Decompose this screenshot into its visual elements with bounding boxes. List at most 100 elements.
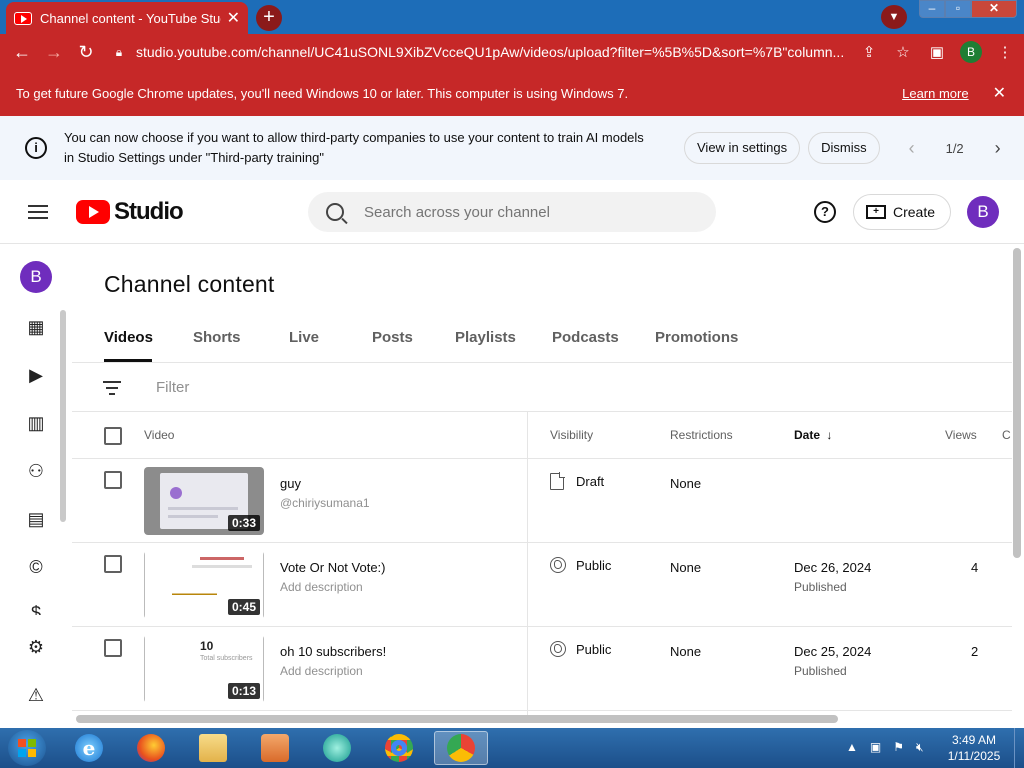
taskbar-clock[interactable]: 3:49 AM 1/11/2025 [944, 732, 1004, 764]
tab-posts[interactable]: Posts [372, 329, 413, 346]
menu-kebab-icon[interactable]: ⋮ [988, 43, 1022, 61]
chrome-icon[interactable] [372, 731, 426, 765]
show-desktop-button[interactable] [1014, 728, 1024, 768]
table-row[interactable]: 10 Total subscribers 0:13 oh 10 subscrib… [72, 627, 1012, 711]
content-icon[interactable]: ▶ [24, 363, 48, 387]
green-app-icon[interactable] [310, 731, 364, 765]
restrictions-cell: None [670, 560, 702, 575]
analytics-icon[interactable]: ▥ [24, 411, 48, 435]
reload-icon[interactable]: ↻ [70, 42, 102, 63]
close-icon[interactable]: ✕ [993, 83, 1006, 103]
row-checkbox[interactable] [104, 639, 122, 657]
column-restrictions[interactable]: Restrictions [670, 428, 733, 442]
filter-input[interactable]: Filter [156, 379, 189, 396]
search-input[interactable] [364, 203, 684, 221]
create-button[interactable]: + Create [853, 194, 951, 230]
network-icon[interactable]: ▣ [870, 740, 881, 755]
tab-promotions[interactable]: Promotions [655, 329, 738, 346]
action-center-flag-icon[interactable]: ⚑ [893, 740, 904, 755]
horizontal-scrollbar[interactable] [76, 715, 838, 723]
window-close-button[interactable]: ✕ [971, 0, 1017, 18]
video-title[interactable]: Vote Or Not Vote:) [280, 560, 386, 575]
video-thumbnail[interactable]: ▬▬▬▬▬▬▬▬▬ 0:45 [144, 551, 264, 619]
back-arrow-icon[interactable]: ← [6, 42, 38, 63]
firefox-icon[interactable] [124, 731, 178, 765]
video-description-link[interactable]: Add description [280, 664, 363, 678]
browser-tab[interactable]: Channel content - YouTube Studio ✕ [6, 2, 248, 34]
start-button[interactable] [8, 730, 46, 766]
row-checkbox[interactable] [104, 555, 122, 573]
chrome-profile-icon[interactable] [434, 731, 488, 765]
forward-arrow-icon[interactable]: → [38, 42, 70, 63]
column-visibility[interactable]: Visibility [550, 428, 593, 442]
visibility-cell[interactable]: Public [550, 557, 611, 573]
subtitles-icon[interactable]: ▤ [24, 507, 48, 531]
select-all-checkbox[interactable] [104, 427, 122, 445]
channel-avatar[interactable]: B [20, 261, 52, 293]
new-tab-button[interactable]: + [256, 5, 282, 31]
file-explorer-icon[interactable] [186, 731, 240, 765]
help-icon[interactable]: ? [814, 201, 836, 223]
video-title[interactable]: oh 10 subscribers! [280, 644, 386, 659]
content-tabs: Videos Shorts Live Posts Playlists Podca… [72, 315, 1012, 363]
bookmark-star-icon[interactable]: ☆ [886, 43, 920, 61]
view-in-settings-button[interactable]: View in settings [684, 132, 801, 164]
dashboard-icon[interactable]: ▦ [24, 315, 48, 339]
video-duration: 0:33 [227, 515, 260, 531]
lock-icon[interactable]: 🔒︎ [110, 45, 128, 60]
chevron-left-icon[interactable]: ‹ [902, 138, 922, 159]
tab-search-icon[interactable]: ▼ [881, 5, 907, 29]
share-icon[interactable]: ⇪ [852, 43, 886, 61]
account-avatar[interactable]: B [967, 196, 999, 228]
tab-podcasts[interactable]: Podcasts [552, 329, 619, 346]
youtube-studio-logo[interactable]: Studio [76, 198, 184, 226]
filter-icon[interactable] [103, 381, 121, 399]
show-hidden-icons[interactable]: ▲ [846, 740, 858, 755]
video-description-link[interactable]: Add description [280, 580, 363, 594]
chevron-right-icon[interactable]: › [988, 138, 1008, 159]
video-thumbnail[interactable]: 10 Total subscribers 0:13 [144, 635, 264, 703]
earn-icon[interactable]: $ [24, 601, 48, 615]
vertical-scrollbar[interactable] [1013, 248, 1021, 558]
tab-live[interactable]: Live [289, 329, 319, 346]
restrictions-cell: None [670, 644, 702, 659]
tab-videos[interactable]: Videos [104, 329, 153, 346]
window-minimize-button[interactable]: – [919, 0, 945, 18]
views-cell: 2 [971, 644, 979, 659]
rail-scrollbar[interactable] [60, 310, 66, 522]
volume-muted-icon[interactable]: 🔇︎ [916, 740, 924, 755]
column-comments[interactable]: C [1002, 428, 1011, 442]
tab-close-icon[interactable]: ✕ [227, 8, 240, 28]
video-title[interactable]: guy [280, 476, 301, 491]
column-date[interactable]: Date ↓ [794, 428, 832, 442]
sort-down-arrow-icon[interactable]: ↓ [826, 428, 832, 442]
internet-explorer-icon[interactable]: e [62, 731, 116, 765]
feedback-icon[interactable]: ⚠ [24, 683, 48, 707]
address-bar[interactable]: 🔒︎ studio.youtube.com/channel/UC41uSONL9… [110, 38, 852, 66]
tab-playlists[interactable]: Playlists [455, 329, 516, 346]
media-player-icon[interactable] [248, 731, 302, 765]
table-row[interactable]: ▬▬▬▬▬▬▬▬▬ 0:45 Vote Or Not Vote:) Add de… [72, 543, 1012, 627]
learn-more-link[interactable]: Learn more [902, 86, 968, 101]
column-views[interactable]: Views [945, 428, 977, 442]
tab-shorts[interactable]: Shorts [193, 329, 241, 346]
profile-avatar[interactable]: B [960, 41, 982, 63]
settings-icon[interactable]: ⚙ [24, 635, 48, 659]
channel-search[interactable] [308, 192, 716, 232]
visibility-cell[interactable]: Public [550, 641, 611, 657]
side-panel-icon[interactable]: ▣ [920, 43, 954, 61]
dismiss-button[interactable]: Dismiss [808, 132, 880, 164]
video-thumbnail[interactable]: 0:33 [144, 467, 264, 535]
window-maximize-button[interactable]: ▫ [945, 0, 971, 18]
visibility-cell[interactable]: Draft [550, 472, 604, 490]
globe-icon [550, 557, 566, 573]
hamburger-menu-icon[interactable] [28, 201, 48, 223]
filter-bar[interactable]: Filter [72, 364, 1012, 412]
info-icon: i [25, 137, 47, 159]
copyright-icon[interactable]: © [24, 555, 48, 579]
date-cell: Dec 26, 2024 [794, 560, 872, 575]
community-icon[interactable]: ⚇ [24, 459, 48, 483]
row-checkbox[interactable] [104, 471, 122, 489]
table-row[interactable]: 0:33 guy @chiriysumana1 Draft None [72, 459, 1012, 543]
video-subtitle: @chiriysumana1 [280, 496, 370, 510]
